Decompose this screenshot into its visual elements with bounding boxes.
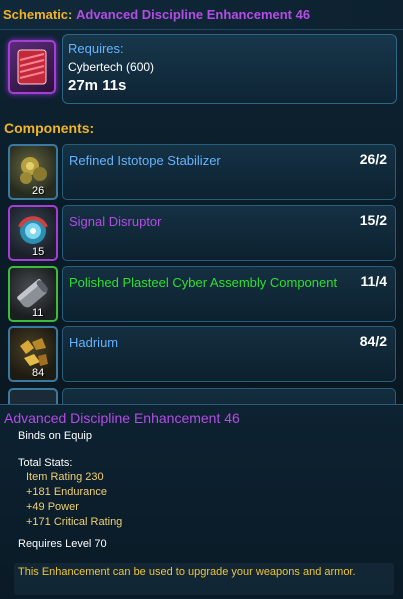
stat-line: Item Rating 230 (26, 471, 104, 483)
tooltip-title: Advanced Discipline Enhancement 46 (4, 410, 240, 426)
requirements-box: Requires: Cybertech (600) 27m 11s (62, 34, 397, 104)
component-quantity: 84 (32, 367, 45, 379)
isotope-stabilizer-icon: 26 (8, 144, 58, 200)
component-box: Signal Disruptor 15/2 (62, 205, 396, 261)
component-row[interactable]: 15 Signal Disruptor 15/2 (6, 205, 396, 263)
plasteel-component-icon: 11 (8, 266, 58, 322)
component-name: Polished Plasteel Cyber Assembly Compone… (69, 275, 338, 290)
total-stats-label: Total Stats: (18, 457, 73, 469)
component-box-partial (62, 388, 396, 404)
component-quantity: 11 (32, 307, 44, 319)
item-description: This Enhancement can be used to upgrade … (18, 566, 356, 578)
schematic-name: Advanced Discipline Enhancement 46 (76, 7, 311, 22)
component-icon-partial (8, 388, 58, 404)
component-count: 84/2 (359, 333, 387, 349)
component-name: Refined Istotope Stabilizer (69, 153, 221, 168)
component-count: 15/2 (359, 212, 387, 228)
component-box: Refined Istotope Stabilizer 26/2 (62, 144, 396, 200)
requires-label: Requires: (68, 41, 124, 56)
component-name: Hadrium (69, 335, 119, 350)
stat-line: +171 Critical Rating (26, 516, 123, 528)
component-count: 11/4 (360, 273, 387, 289)
enhancement-icon (17, 49, 47, 85)
component-row[interactable]: 84 Hadrium 84/2 (6, 326, 396, 384)
item-tooltip: Advanced Discipline Enhancement 46 Binds… (0, 404, 403, 599)
hadrium-icon: 84 (8, 326, 58, 382)
schematic-label: Schematic: (3, 7, 73, 22)
binds-on-equip: Binds on Equip (18, 430, 92, 442)
required-skill: Cybertech (600) (68, 60, 155, 74)
crafting-panel: Schematic: Advanced Discipline Enhanceme… (0, 0, 403, 404)
component-name: Signal Disruptor (69, 214, 162, 229)
component-quantity: 26 (32, 185, 45, 197)
required-level: Requires Level 70 (18, 538, 107, 550)
component-box: Polished Plasteel Cyber Assembly Compone… (62, 266, 396, 322)
component-box: Hadrium 84/2 (62, 326, 396, 382)
component-count: 26/2 (359, 151, 387, 167)
stat-line: +49 Power (26, 501, 79, 513)
component-row[interactable]: 11 Polished Plasteel Cyber Assembly Comp… (6, 266, 396, 324)
component-row-partial[interactable] (6, 388, 396, 404)
component-row[interactable]: 26 Refined Istotope Stabilizer 26/2 (6, 144, 396, 202)
craft-time: 27m 11s (68, 77, 127, 94)
schematic-header: Schematic: Advanced Discipline Enhanceme… (0, 0, 403, 30)
component-quantity: 15 (32, 246, 45, 258)
schematic-item-icon[interactable] (8, 40, 56, 94)
components-label: Components: (4, 120, 95, 136)
signal-disruptor-icon: 15 (8, 205, 58, 261)
stat-line: +181 Endurance (26, 486, 108, 498)
